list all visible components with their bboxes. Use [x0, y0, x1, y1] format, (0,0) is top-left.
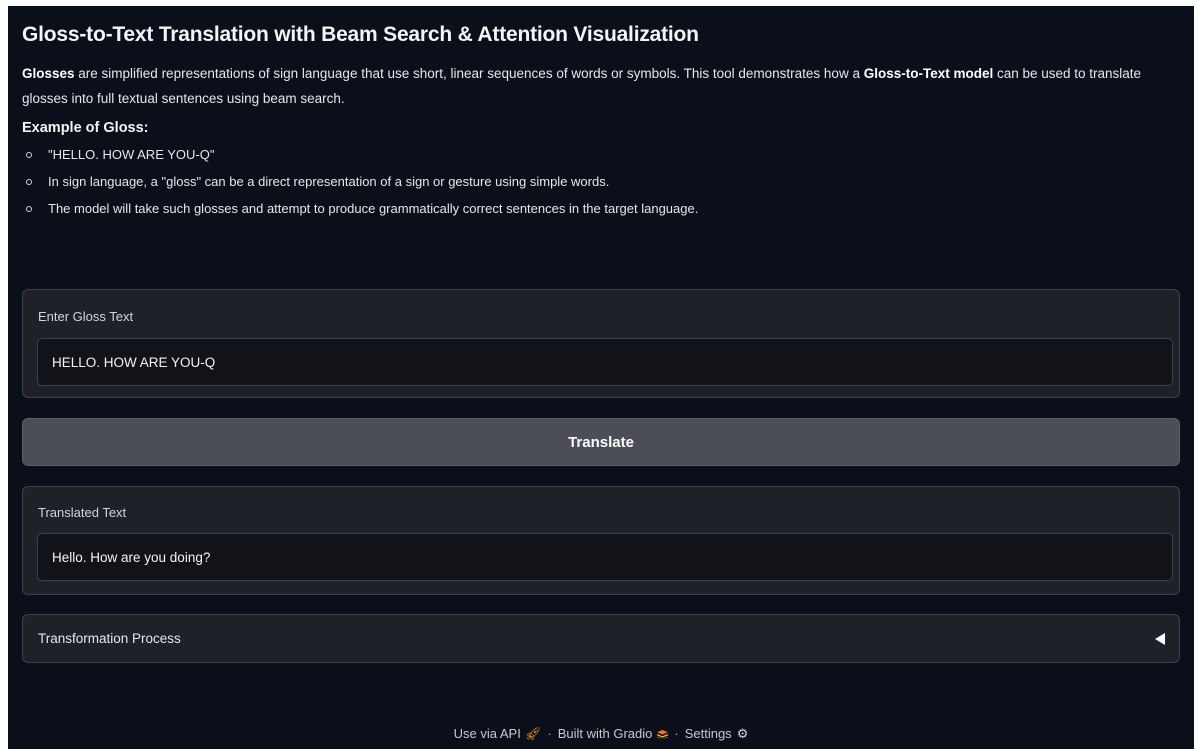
rocket-icon: 🚀︎	[524, 726, 542, 741]
caret-left-icon[interactable]	[1155, 633, 1165, 645]
translated-output-label: Translated Text	[38, 505, 127, 520]
example-item-text: In sign language, a "gloss" can be a dir…	[48, 174, 610, 189]
example-item: "HELLO. HOW ARE YOU-Q"	[22, 141, 1180, 168]
built-with-gradio-label: Built with Gradio	[557, 726, 653, 741]
intro-paragraph: Glosses are simplified representations o…	[22, 61, 1180, 111]
example-list: "HELLO. HOW ARE YOU-Q" In sign language,…	[22, 141, 1180, 222]
app-frame: Gloss-to-Text Translation with Beam Sear…	[8, 6, 1194, 749]
example-item: In sign language, a "gloss" can be a dir…	[22, 168, 1180, 195]
footer: Use via API 🚀︎ · Built with Gradio · Settings…	[8, 726, 1194, 742]
example-item: The model will take such glosses and att…	[22, 195, 1180, 222]
settings-label: Settings	[684, 726, 732, 741]
gloss-input-panel: Enter Gloss Text	[22, 289, 1180, 398]
page-title: Gloss-to-Text Translation with Beam Sear…	[22, 23, 699, 46]
use-via-api-label: Use via API	[453, 726, 521, 741]
gloss-input[interactable]	[37, 338, 1173, 386]
circle-bullet-icon	[26, 206, 32, 212]
circle-bullet-icon	[26, 152, 32, 158]
example-heading: Example of Gloss:	[22, 120, 149, 136]
footer-separator: ·	[674, 726, 679, 741]
translated-output-panel: Translated Text	[22, 486, 1180, 595]
built-with-gradio-link[interactable]: Built with Gradio	[558, 726, 669, 741]
use-via-api-link[interactable]: Use via API 🚀︎	[454, 726, 542, 741]
accordion-label: Transformation Process	[38, 631, 181, 646]
footer-separator: ·	[547, 726, 552, 741]
gradio-logo-icon	[657, 730, 669, 739]
translate-button[interactable]: Translate	[22, 418, 1180, 466]
example-item-text: The model will take such glosses and att…	[48, 201, 699, 216]
main-container: Gloss-to-Text Translation with Beam Sear…	[22, 6, 1180, 663]
gear-icon: ⚙	[736, 726, 749, 741]
intro-text-1: are simplified representations of sign l…	[74, 66, 864, 81]
intro-bold-glosses: Glosses	[22, 66, 75, 81]
circle-bullet-icon	[26, 179, 32, 185]
transformation-process-accordion[interactable]: Transformation Process	[22, 614, 1180, 663]
intro-bold-model: Gloss-to-Text model	[863, 66, 994, 81]
gloss-input-label: Enter Gloss Text	[38, 309, 134, 324]
settings-link[interactable]: Settings ⚙	[685, 726, 749, 741]
translated-output-field[interactable]	[37, 533, 1173, 581]
example-item-text: "HELLO. HOW ARE YOU-Q"	[48, 147, 215, 162]
